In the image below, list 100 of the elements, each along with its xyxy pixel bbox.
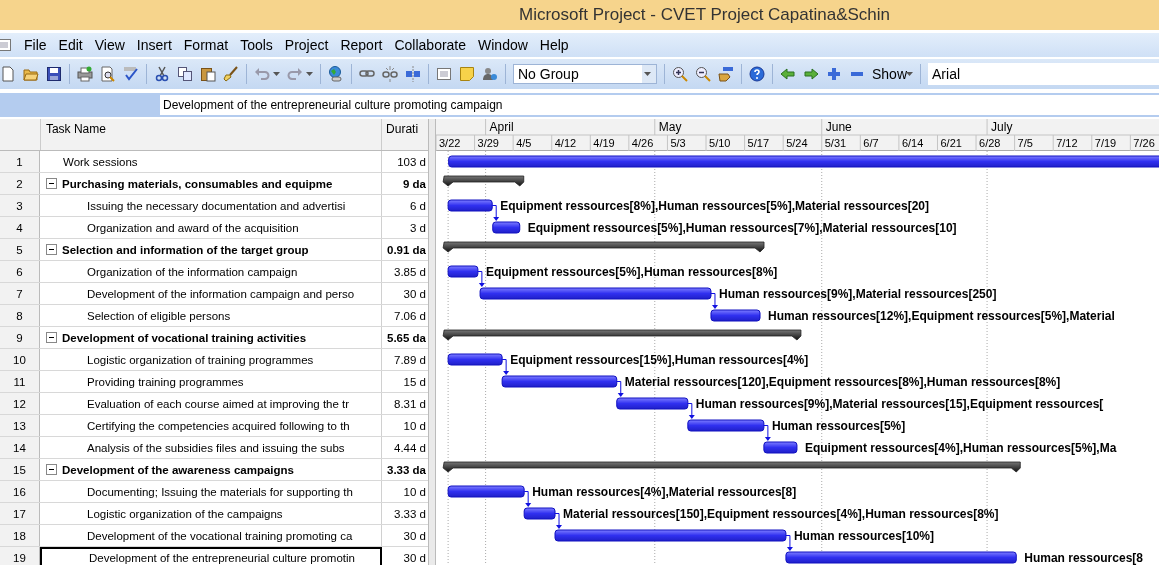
task-bar[interactable] (447, 485, 525, 498)
link-arrow (710, 293, 718, 309)
help-icon[interactable] (749, 66, 765, 82)
task-bar[interactable] (447, 199, 493, 212)
resource-label: Human ressources[12%],Equipment ressources[5%],Material (768, 309, 1115, 323)
task-name: Development of the entrepreneurial culture promotin (89, 551, 355, 564)
save-icon[interactable] (46, 66, 62, 82)
paste-icon[interactable] (200, 66, 216, 82)
link-arrow (785, 535, 793, 551)
caret-icon[interactable] (273, 72, 280, 76)
task-duration: 0.91 da (387, 243, 426, 256)
new-document-icon[interactable] (0, 66, 16, 82)
menu-item[interactable]: Insert (130, 35, 178, 55)
entry-field[interactable]: Development of the entrepreneurial culture promoting campaign (160, 95, 1159, 115)
summary-bar[interactable] (442, 461, 1021, 473)
show-button[interactable]: Show (872, 66, 914, 82)
task-bar[interactable] (447, 353, 503, 366)
right-arrow-icon[interactable] (803, 66, 819, 82)
task-name: Development of the awareness campaigns (62, 463, 294, 476)
zoom-in-icon[interactable] (672, 66, 688, 82)
menu-item[interactable]: Window (472, 35, 534, 55)
print-preview-icon[interactable] (100, 66, 116, 82)
window-title: Microsoft Project - CVET Project Capatina&Schin (518, 5, 890, 25)
link-arrow (491, 205, 500, 221)
column-header[interactable]: Task Name (40, 119, 383, 150)
week-label: 5/17 (747, 137, 769, 149)
print-icon[interactable] (77, 66, 93, 82)
open-folder-icon[interactable] (23, 66, 39, 82)
menu-item[interactable]: Format (177, 35, 235, 55)
task-bar[interactable] (523, 507, 556, 520)
caret-icon[interactable] (306, 72, 313, 76)
link-arrow (477, 271, 485, 287)
zoom-out-icon[interactable] (695, 66, 711, 82)
plus-icon[interactable] (826, 66, 842, 82)
cut-icon[interactable] (154, 66, 170, 82)
row-number: 11 (0, 371, 40, 392)
task-name: Issuing the necessary documentation and advertisi (87, 199, 346, 212)
summary-bar[interactable] (442, 175, 525, 187)
task-name: Selection of eligible persons (87, 309, 231, 322)
copy-picture-icon[interactable] (718, 66, 734, 82)
task-bar[interactable] (763, 441, 798, 454)
group-dropdown[interactable]: No Group (513, 64, 657, 84)
resource-label: Material ressources[150],Equipment ressources[4%],Human ressources[8%] (563, 507, 999, 521)
font-field[interactable]: Arial (928, 63, 1159, 85)
menu-item[interactable]: Tools (234, 35, 279, 55)
caret-icon[interactable] (643, 72, 651, 76)
column-header[interactable]: Durati (382, 119, 428, 150)
task-bar[interactable] (616, 397, 689, 410)
task-name: Logistic organization of training programmes (87, 353, 314, 366)
collapse-icon[interactable] (46, 178, 57, 189)
task-bar[interactable] (501, 375, 618, 388)
resources-icon[interactable] (482, 66, 498, 82)
split-icon[interactable] (405, 66, 421, 82)
copy-icon[interactable] (177, 66, 193, 82)
collapse-icon[interactable] (46, 332, 57, 343)
resource-label: Human ressources[10%] (793, 529, 934, 543)
week-label: 4/19 (593, 137, 615, 149)
task-bar[interactable] (710, 309, 761, 322)
menu-item[interactable]: Project (278, 35, 335, 55)
menu-item[interactable]: Report (334, 35, 389, 55)
week-label: 7/5 (1017, 137, 1033, 149)
task-duration: 30 d (403, 287, 426, 300)
resource-label: Equipment ressources[4%],Human ressources[5%],Ma (804, 441, 1117, 455)
task-name: Evaluation of each course aimed at improving the tr (87, 397, 350, 410)
brush-icon[interactable] (223, 66, 239, 82)
note-icon[interactable] (459, 66, 475, 82)
task-duration: 9 da (403, 177, 426, 190)
task-bar[interactable] (687, 419, 765, 432)
row-number: 4 (0, 217, 40, 238)
week-label: 5/31 (824, 137, 847, 149)
menu-item[interactable]: Collaborate (388, 35, 473, 55)
task-duration: 30 d (403, 529, 426, 542)
caret-icon[interactable] (906, 72, 914, 76)
menu-item[interactable]: Edit (52, 35, 89, 55)
week-label: 7/12 (1056, 137, 1078, 149)
unlink-icon[interactable] (382, 66, 398, 82)
task-duration: 4.44 d (394, 441, 426, 454)
summary-bar[interactable] (442, 241, 765, 253)
row-number: 18 (0, 525, 40, 546)
row-number: 15 (0, 459, 40, 480)
menu-item[interactable]: File (18, 35, 53, 55)
menu-item[interactable]: Help (533, 35, 575, 55)
summary-bar[interactable] (442, 329, 802, 341)
month-label: June (825, 120, 852, 134)
row-number: 13 (0, 415, 40, 436)
task-bar[interactable] (492, 221, 521, 234)
link-arrow (616, 381, 624, 397)
task-duration: 103 d (397, 155, 426, 168)
spelling-icon[interactable] (123, 66, 139, 82)
collapse-icon[interactable] (46, 244, 57, 255)
week-label: 5/10 (709, 137, 731, 149)
task-info-icon[interactable] (436, 66, 452, 82)
menu-item[interactable]: View (88, 35, 131, 55)
task-bar[interactable] (447, 265, 479, 278)
left-arrow-icon[interactable] (780, 66, 796, 82)
week-label: 5/3 (670, 137, 686, 149)
link-arrow (523, 491, 532, 507)
globe-link-icon[interactable] (328, 66, 344, 82)
collapse-icon[interactable] (46, 464, 57, 475)
task-info-icon[interactable] (0, 37, 12, 53)
